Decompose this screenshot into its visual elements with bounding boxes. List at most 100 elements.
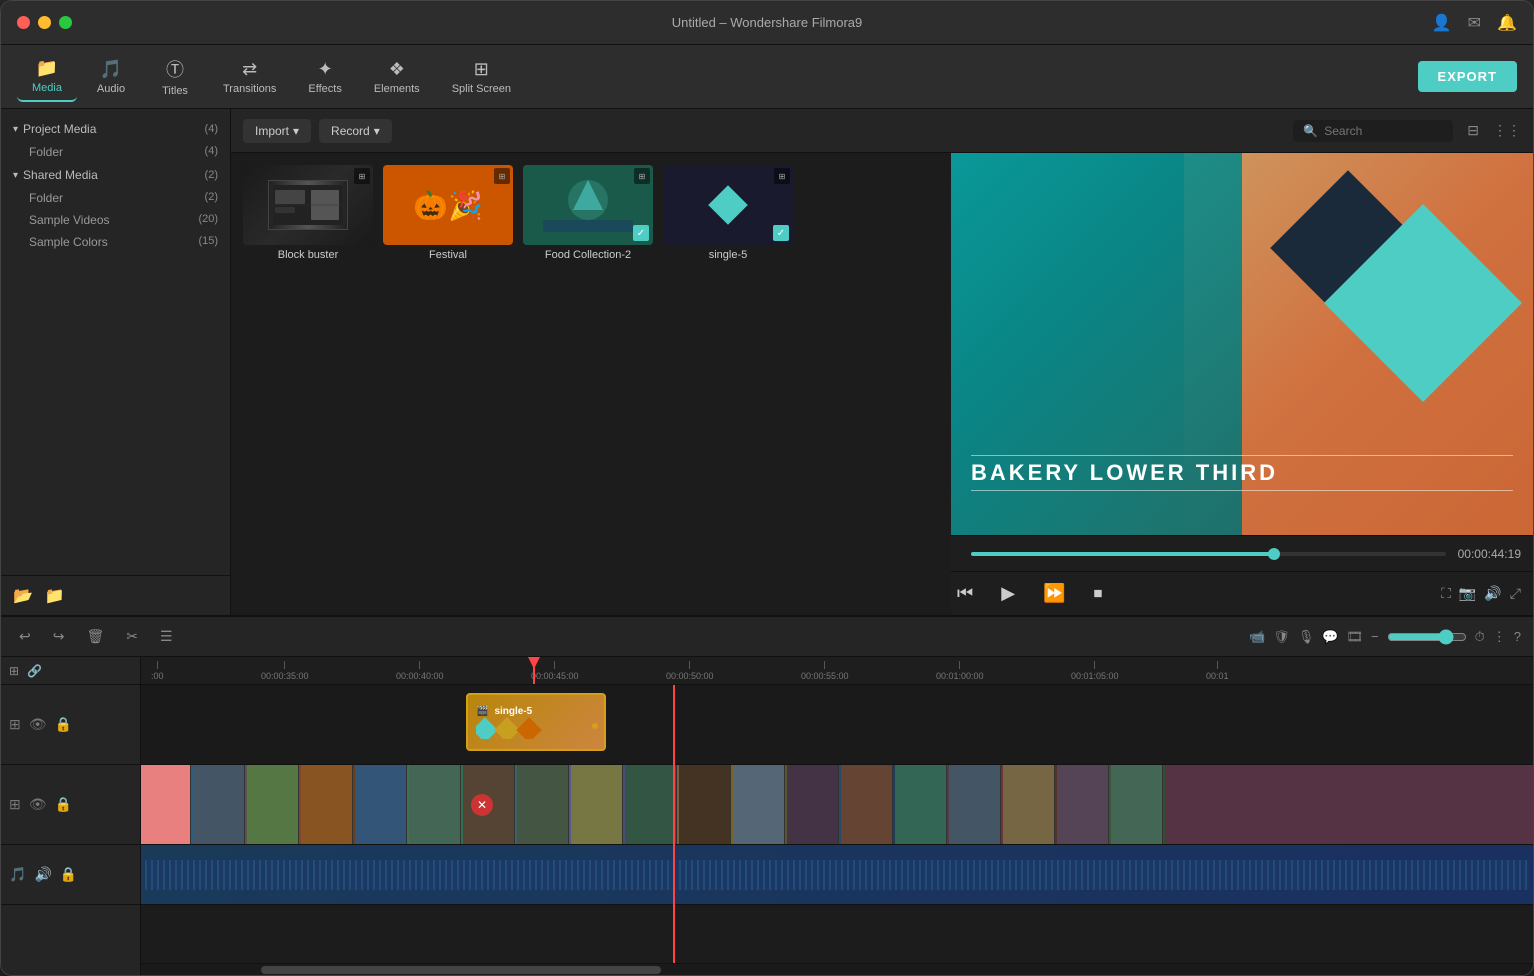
undo-button[interactable]: ↩: [13, 624, 37, 649]
volume-icon[interactable]: 🔊: [1484, 585, 1501, 602]
more-icon[interactable]: ⋮: [1493, 629, 1506, 645]
list-item[interactable]: ⊞ ✓ Food Collection-2: [523, 165, 653, 261]
preview-transport: ⏮ ▶ ⏩ ⏹ ⛶ 📷 🔊 ⤢: [951, 571, 1533, 615]
list-item[interactable]: 🎃🎉 ⊞ Festival: [383, 165, 513, 261]
main-toolbar: 📁 Media 🎵 Audio Ⓣ Titles ⇄ Transitions ✦…: [1, 45, 1533, 109]
transitions-label: Transitions: [223, 83, 276, 95]
redo-button[interactable]: ↪: [47, 624, 71, 649]
expand-icon[interactable]: ⤢: [1510, 585, 1521, 602]
toolbar-media[interactable]: 📁 Media: [17, 52, 77, 102]
project-folder-label: Folder: [29, 145, 63, 159]
record-button[interactable]: Record ▾: [319, 119, 392, 143]
project-media-label: Project Media: [23, 122, 96, 136]
shield-icon[interactable]: 🛡: [1273, 629, 1290, 645]
media-thumb-food: ⊞ ✓: [523, 165, 653, 245]
sidebar-item-shared-folder[interactable]: Folder (2): [1, 187, 230, 209]
search-box[interactable]: 🔍: [1293, 120, 1453, 142]
toolbar-audio[interactable]: 🎵 Audio: [81, 53, 141, 101]
toolbar-effects[interactable]: ✦ Effects: [294, 53, 355, 101]
clip-single5[interactable]: 🎬 single-5: [466, 693, 606, 751]
link-icon[interactable]: 🔗: [27, 664, 42, 678]
splitscreen-label: Split Screen: [452, 83, 511, 95]
sidebar-item-sample-colors[interactable]: Sample Colors (15): [1, 231, 230, 253]
video-grid-icon[interactable]: ⊞: [9, 796, 21, 813]
cut-button[interactable]: ✂: [120, 624, 144, 649]
grid-view-icon[interactable]: ⋮⋮: [1493, 122, 1521, 139]
preview-progress[interactable]: [971, 552, 1446, 556]
close-button[interactable]: [17, 16, 30, 29]
bakery-line-top: [971, 455, 1513, 456]
grid-icon[interactable]: ⊞: [9, 716, 21, 733]
audio-vol-icon[interactable]: 🔊: [34, 866, 51, 883]
maximize-button[interactable]: [59, 16, 72, 29]
import-button[interactable]: Import ▾: [243, 119, 311, 143]
motion-track: 🎬 single-5: [141, 685, 1533, 765]
user-icon[interactable]: 👤: [1432, 13, 1452, 33]
toolbar-elements[interactable]: ❖ Elements: [360, 53, 434, 101]
sidebar-item-project-folder[interactable]: Folder (4): [1, 141, 230, 163]
ruler-tick: 00:00:35:00: [261, 657, 309, 684]
lock-icon[interactable]: 🔒: [55, 716, 72, 733]
video-eye-icon[interactable]: 👁: [29, 796, 47, 813]
toolbar-transitions[interactable]: ⇄ Transitions: [209, 53, 290, 101]
eye-icon[interactable]: 👁: [29, 716, 47, 733]
shared-media-count: (2): [205, 169, 218, 181]
list-item[interactable]: ⊞ Block buster: [243, 165, 373, 261]
motion-track-label: ⊞ 👁 🔒: [1, 685, 140, 765]
title-bar: Untitled – Wondershare Filmora9 👤 ✉ 🔔: [1, 1, 1533, 45]
audio-lock-icon[interactable]: 🔒: [60, 866, 77, 883]
preview-controls-bar: 00:00:44:19: [951, 535, 1533, 571]
media2-icon[interactable]: 🎞: [1347, 629, 1364, 645]
import-chevron-icon: ▾: [293, 124, 299, 138]
screenshot-icon[interactable]: 📷: [1459, 585, 1476, 602]
fast-forward-button[interactable]: ⏩: [1037, 577, 1071, 610]
thumb-icon: ⊞: [354, 168, 370, 184]
timeline-scrollbar[interactable]: [141, 963, 1533, 975]
timeline-toolbar-right: 📹 🛡 🎙 💬 🎞 − ⏱ ⋮ ?: [1249, 629, 1521, 645]
alert-icon[interactable]: 🔔: [1497, 13, 1517, 33]
clock-icon[interactable]: ⏱: [1475, 629, 1485, 645]
thumb-icon-4: ⊞: [774, 168, 790, 184]
new-folder-icon[interactable]: 📁: [45, 586, 65, 606]
sidebar-item-sample-videos[interactable]: Sample Videos (20): [1, 209, 230, 231]
progress-handle[interactable]: [1268, 548, 1280, 560]
sidebar-item-project-media[interactable]: ▾ Project Media (4): [1, 117, 230, 141]
mic-icon[interactable]: 🎙: [1298, 629, 1315, 645]
minimize-button[interactable]: [38, 16, 51, 29]
align-button[interactable]: ☰: [154, 624, 179, 649]
camera-icon[interactable]: 📹: [1249, 629, 1265, 645]
chevron-down-icon: ▾: [13, 124, 18, 135]
preview-video: BAKERY LOWER THIRD: [951, 153, 1533, 535]
export-button[interactable]: EXPORT: [1418, 61, 1517, 92]
mail-icon[interactable]: ✉: [1468, 13, 1481, 33]
snap-icon[interactable]: ⊞: [9, 664, 19, 678]
subtitle-icon[interactable]: 💬: [1322, 629, 1338, 645]
titles-label: Titles: [162, 85, 188, 97]
ruler-tick: 00:00:40:00: [396, 657, 444, 684]
delete-clip-button[interactable]: ✕: [471, 794, 493, 816]
zoom-slider[interactable]: [1387, 629, 1467, 645]
help-icon[interactable]: ?: [1514, 629, 1521, 644]
traffic-lights: [17, 16, 72, 29]
track-labels: ⊞ 🔗 ⊞ 👁 🔒 ⊞ 👁 🔒 🎵 🔊: [1, 657, 141, 975]
search-input[interactable]: [1324, 124, 1443, 138]
toolbar-splitscreen[interactable]: ⊞ Split Screen: [438, 53, 525, 101]
minus-icon[interactable]: −: [1371, 629, 1379, 644]
fullscreen-icon[interactable]: ⛶: [1441, 585, 1451, 602]
filter-icon[interactable]: ⊟: [1467, 122, 1479, 139]
toolbar-titles[interactable]: Ⓣ Titles: [145, 50, 205, 103]
music-icon[interactable]: 🎵: [9, 866, 26, 883]
play-button[interactable]: ▶: [995, 577, 1021, 610]
scrollbar-thumb[interactable]: [261, 966, 661, 974]
skip-back-button[interactable]: ⏮: [951, 577, 979, 610]
timeline-toolbar: ↩ ↪ 🗑 ✂ ☰ 📹 🛡 🎙 💬 🎞 − ⏱ ⋮ ?: [1, 617, 1533, 657]
elements-icon: ❖: [389, 59, 405, 80]
transitions-icon: ⇄: [242, 59, 257, 80]
stop-button[interactable]: ⏹: [1087, 577, 1108, 610]
delete-button[interactable]: 🗑: [80, 624, 110, 649]
video-lock-icon[interactable]: 🔒: [55, 796, 72, 813]
list-item[interactable]: ⊞ ✓ single-5: [663, 165, 793, 261]
sidebar-item-shared-media[interactable]: ▾ Shared Media (2): [1, 163, 230, 187]
video-track: ✕: [141, 765, 1533, 845]
import-folder-icon[interactable]: 📂: [13, 586, 33, 606]
